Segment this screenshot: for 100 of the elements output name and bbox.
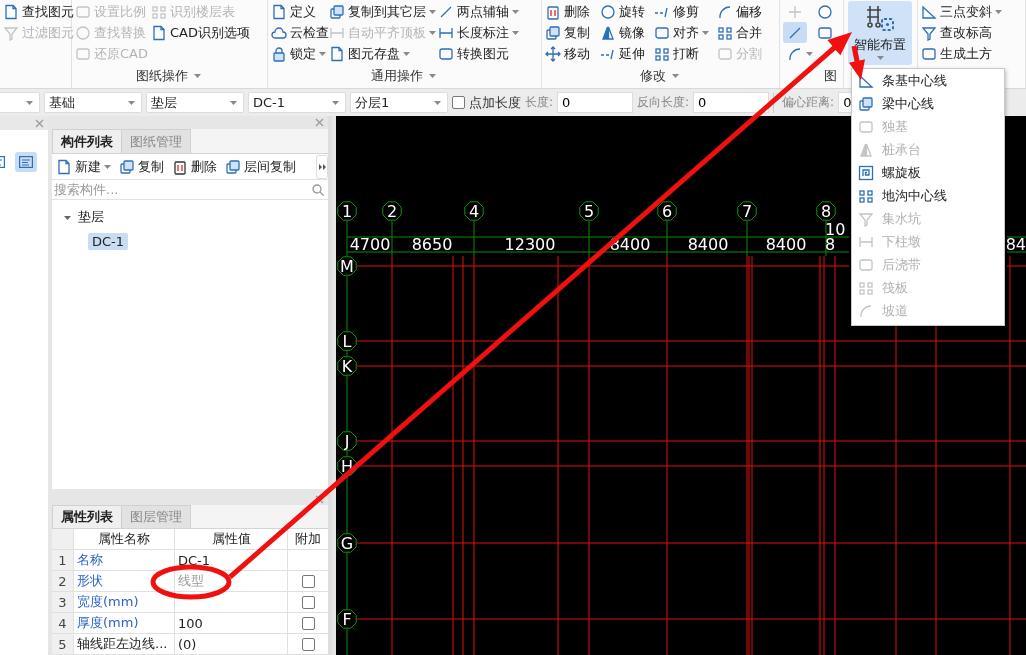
toolbar-button[interactable]: 层间复制 [225,157,296,176]
axis-marker: M [337,256,357,276]
square-icon [858,256,874,273]
funnel-icon [858,210,874,227]
caret-icon [332,100,339,105]
ribbon-button[interactable]: 对齐 [654,22,709,43]
ribbon-button[interactable]: 旋转 [600,1,645,22]
ribbon-button[interactable]: 修剪 [654,1,699,22]
checkbox[interactable] [301,595,315,609]
view-button[interactable] [15,152,37,172]
ribbon-button[interactable]: 图元存盘 [329,43,410,64]
document-icon [329,45,345,62]
panel-tab[interactable]: 构件列表 [52,129,122,153]
menu-item[interactable]: 螺旋板 [852,161,1004,184]
funnel-icon [921,24,937,41]
field-label: 偏心距离: [782,94,835,111]
slope-icon [921,3,937,20]
checkbox[interactable] [301,616,315,630]
checkbox[interactable] [452,96,465,109]
close-icon[interactable] [315,494,324,504]
copy-icon [225,158,241,175]
ribbon-button[interactable]: 镜像 [600,22,645,43]
ribbon-button[interactable]: 复制 [545,22,590,43]
ribbon-button[interactable]: 打断 [654,43,699,64]
ribbon-button[interactable]: CAD识别选项 [151,22,250,43]
toolbar-button[interactable]: 复制 [119,157,164,176]
group-title[interactable]: 图纸操作 [135,67,201,85]
menu-item[interactable]: 梁中心线 [852,92,1004,115]
grid-icon [654,45,670,62]
group-title[interactable]: 图 [824,67,837,85]
ribbon-button[interactable]: 删除 [545,1,590,22]
arc-icon [787,45,803,62]
circle-icon [600,3,616,20]
double-arrow-icon [318,163,326,170]
dropdown-field[interactable]: DC-1 [248,92,346,113]
triangle-icon [858,141,874,158]
dropdown-field[interactable]: 基础 [44,92,142,113]
ribbon-button[interactable]: 生成土方 [921,43,992,64]
checkbox[interactable] [301,574,315,588]
column-header: 属性名称 [74,529,175,550]
toolbar-button[interactable]: 新建 [56,157,111,176]
copy-icon [545,24,561,41]
ribbon-button[interactable]: 偏移 [717,1,762,22]
dropdown-field[interactable]: 垫层 [146,92,244,113]
arc-icon [858,302,874,319]
menu-item[interactable]: 地沟中心线 [852,184,1004,207]
close-icon[interactable] [35,118,44,128]
row-number: 3 [52,592,74,613]
copy-icon [119,158,135,175]
axis-marker: 8 [816,201,836,221]
ribbon-button[interactable]: 复制到其它层 [329,1,436,22]
ribbon-button[interactable]: 锁定 [271,43,326,64]
ribbon-button[interactable]: 转换图元 [437,43,509,64]
lock-icon [271,45,287,62]
square-icon [654,24,670,41]
group-title[interactable]: 修改 [639,67,679,85]
ribbon-button[interactable]: 长度标注 [437,22,519,43]
square-icon [921,45,937,62]
ribbon-button[interactable]: 查改标高 [921,22,992,43]
square-icon [717,45,733,62]
dropdown-field[interactable]: 分层1 [350,92,448,113]
panel-tab[interactable]: 属性列表 [52,505,122,528]
grid-icon [151,3,167,20]
table-cell: 形状 [74,571,175,592]
ribbon-button[interactable]: 云检查 [271,22,329,43]
dimension-label: 8400 [765,235,807,254]
smart-layout-button[interactable]: 智能布置 [848,1,912,65]
axis-marker: K [337,356,357,376]
ribbon-button[interactable]: 查找图元 [3,1,74,22]
tree-item[interactable]: DC-1 [88,232,129,250]
square-icon [75,3,91,20]
toolbar-button[interactable]: 删除 [172,157,217,176]
document-icon [151,24,167,41]
axis-marker: J [337,431,357,451]
dimension-label: 4700 [349,235,391,254]
more-button[interactable] [316,154,328,179]
table-cell: 轴线距左边线... [74,634,175,655]
expand-caret-icon[interactable] [64,213,71,221]
tree-item[interactable]: 垫层 [74,207,108,227]
row-number: 4 [52,613,74,634]
ribbon-button[interactable]: 延伸 [600,43,645,64]
ribbon-button[interactable]: 移动 [545,43,590,64]
search-icon[interactable] [312,183,324,196]
grid-icon [717,24,733,41]
ribbon-button[interactable]: 合并 [717,22,762,43]
dropdown-field[interactable] [0,92,40,113]
grid-icon [858,279,874,296]
row-number: 5 [52,634,74,655]
search-field[interactable]: 搜索构件... [54,181,312,198]
ribbon-button[interactable]: 两点辅轴 [437,1,519,22]
copy-icon [329,3,345,20]
group-title[interactable]: 通用操作 [370,67,436,85]
checkbox[interactable] [301,637,315,651]
menu-item[interactable]: 条基中心线 [852,69,1004,92]
input-field[interactable]: 0 [693,92,770,113]
ribbon-button[interactable]: 三点变斜 [921,1,1002,22]
input-field[interactable]: 0 [557,92,634,113]
ribbon-button[interactable]: 定义 [271,1,316,22]
cloud-icon [271,24,287,41]
close-icon[interactable] [315,118,324,127]
